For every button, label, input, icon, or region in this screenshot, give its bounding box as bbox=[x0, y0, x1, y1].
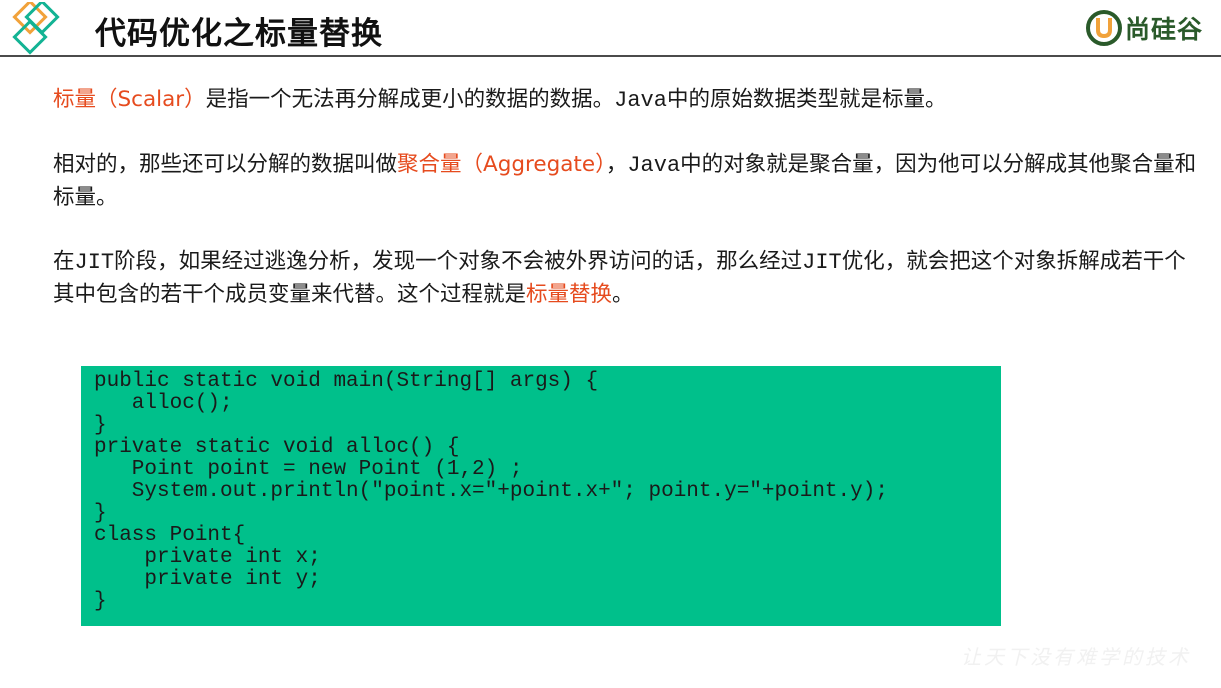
header-divider bbox=[0, 55, 1221, 57]
jit-keyword: JIT bbox=[802, 250, 842, 275]
paragraph-text: 在 bbox=[53, 249, 75, 274]
brand-name: 尚硅谷 bbox=[1124, 15, 1203, 44]
paragraph-text: 。 bbox=[612, 282, 634, 307]
jit-keyword: JIT bbox=[74, 250, 115, 275]
paragraph-aggregate: 相对的，那些还可以分解的数据叫做聚合量（Aggregate），Java中的对象就… bbox=[53, 149, 1203, 214]
slide-title: 代码优化之标量替换 bbox=[95, 16, 383, 52]
paragraph-text: 相对的，那些还可以分解的数据叫做 bbox=[53, 152, 398, 177]
paragraph-text: 中的原始数据类型就是标量。 bbox=[666, 87, 947, 112]
java-keyword: Java bbox=[627, 153, 681, 178]
watermark-slogan: 让天下没有难学的技术 bbox=[961, 645, 1191, 669]
brand-logo-icon bbox=[1085, 10, 1122, 46]
term-aggregate: 聚合量（Aggregate） bbox=[397, 152, 606, 177]
java-keyword: Java bbox=[614, 88, 667, 113]
slide-content: 标量（Scalar）是指一个无法再分解成更小的数据的数据。Java中的原始数据类… bbox=[53, 84, 1203, 311]
paragraph-text: 是指一个无法再分解成更小的数据的数据。 bbox=[205, 87, 615, 112]
paragraph-scalar: 标量（Scalar）是指一个无法再分解成更小的数据的数据。Java中的原始数据类… bbox=[53, 84, 1203, 117]
paragraph-text: 阶段，如果经过逃逸分析，发现一个对象不会被外界访问的话，那么经过 bbox=[114, 249, 803, 274]
diamond-logo-icon bbox=[12, 2, 60, 55]
term-scalar-replacement: 标量替换 bbox=[526, 282, 613, 307]
code-block: public static void main(String[] args) {… bbox=[81, 366, 1001, 626]
term-scalar: 标量（Scalar） bbox=[53, 87, 206, 112]
brand: 尚硅谷 bbox=[1085, 10, 1203, 46]
slide-header: 代码优化之标量替换 尚硅谷 bbox=[0, 0, 1221, 58]
paragraph-scalar-replacement: 在JIT阶段，如果经过逃逸分析，发现一个对象不会被外界访问的话，那么经过JIT优… bbox=[53, 246, 1203, 311]
paragraph-text: ， bbox=[605, 152, 628, 177]
code-text: public static void main(String[] args) {… bbox=[94, 370, 888, 613]
